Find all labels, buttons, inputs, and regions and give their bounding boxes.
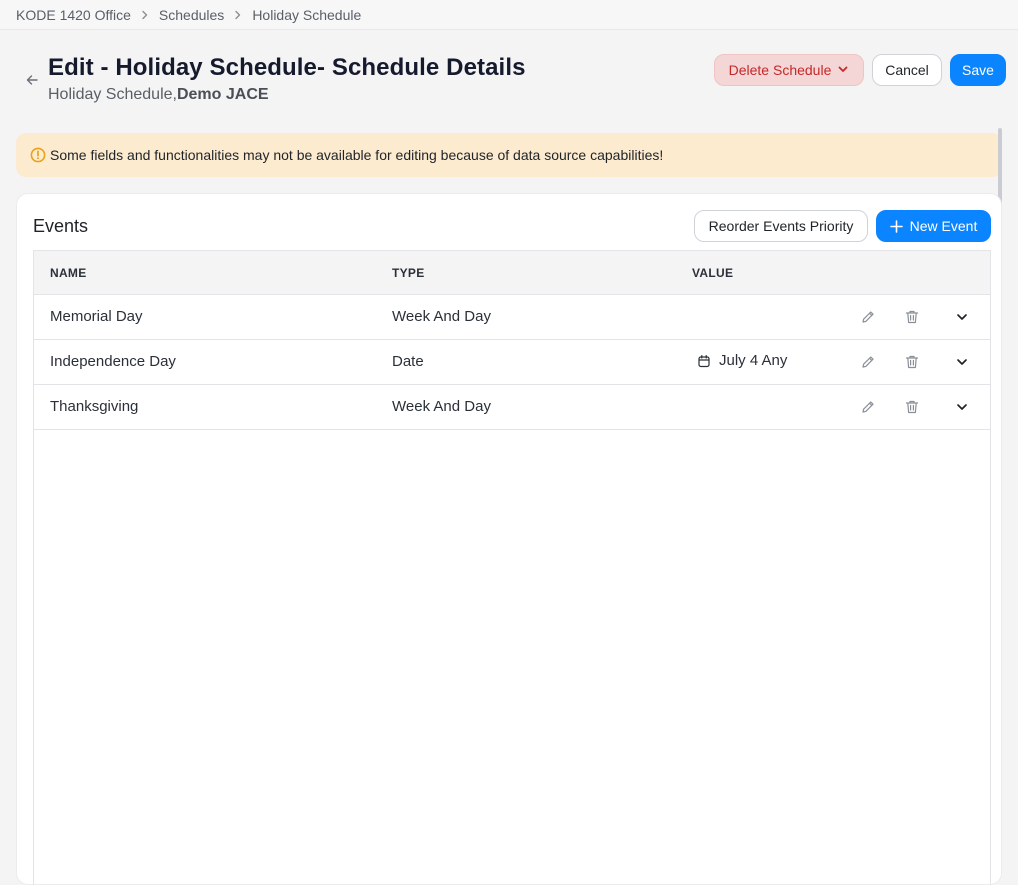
pencil-icon (860, 399, 876, 415)
edit-event-button[interactable] (859, 398, 877, 416)
breadcrumb: KODE 1420 Office Schedules Holiday Sched… (0, 0, 1018, 30)
calendar-icon (697, 354, 711, 368)
plus-icon (889, 219, 903, 233)
page-subtitle: Holiday Schedule,Demo JACE (48, 86, 269, 104)
cancel-button[interactable]: Cancel (872, 54, 942, 86)
breadcrumb-item-office[interactable]: KODE 1420 Office (16, 7, 131, 23)
column-header-value[interactable]: VALUE (692, 266, 733, 280)
trash-icon (904, 309, 920, 325)
chevron-right-icon (140, 10, 150, 20)
trash-icon (904, 354, 920, 370)
trash-icon (904, 399, 920, 415)
chevron-down-icon (955, 310, 969, 324)
expand-row-button[interactable] (953, 308, 971, 326)
pencil-icon (860, 354, 876, 370)
table-row[interactable]: Thanksgiving Week And Day (34, 385, 990, 430)
chevron-down-icon (837, 62, 849, 78)
chevron-down-icon (955, 400, 969, 414)
warning-circle-icon (30, 147, 46, 163)
arrow-left-icon (25, 73, 39, 92)
warning-text: Some fields and functionalities may not … (50, 147, 664, 163)
event-name: Memorial Day (50, 308, 143, 325)
reorder-events-priority-button[interactable]: Reorder Events Priority (694, 210, 868, 242)
edit-event-button[interactable] (859, 308, 877, 326)
new-event-button[interactable]: New Event (876, 210, 991, 242)
breadcrumb-item-schedules[interactable]: Schedules (159, 7, 224, 23)
events-table: NAME TYPE VALUE Memorial Day Week And Da… (33, 250, 991, 885)
edit-event-button[interactable] (859, 353, 877, 371)
delete-schedule-label: Delete Schedule (728, 62, 832, 78)
subtitle-device: Demo JACE (176, 86, 269, 103)
delete-schedule-button[interactable]: Delete Schedule (714, 54, 864, 86)
delete-event-button[interactable] (903, 308, 921, 326)
events-card: Events Reorder Events Priority New Event… (16, 193, 1002, 885)
chevron-right-icon (233, 10, 243, 20)
new-event-label: New Event (909, 218, 978, 234)
event-value: July 4 Any (697, 352, 787, 369)
subtitle-schedule: Holiday Schedule, (48, 86, 177, 103)
table-header: NAME TYPE VALUE (34, 251, 990, 295)
column-header-name[interactable]: NAME (50, 266, 87, 280)
save-button[interactable]: Save (950, 54, 1006, 86)
warning-banner: Some fields and functionalities may not … (16, 133, 1002, 177)
back-button[interactable] (24, 74, 40, 90)
expand-row-button[interactable] (953, 398, 971, 416)
event-name: Independence Day (50, 353, 176, 370)
expand-row-button[interactable] (953, 353, 971, 371)
delete-event-button[interactable] (903, 398, 921, 416)
pencil-icon (860, 309, 876, 325)
page-title: Edit - Holiday Schedule- Schedule Detail… (48, 54, 526, 81)
event-value-text: July 4 Any (719, 352, 788, 369)
table-row[interactable]: Independence Day Date July 4 Any (34, 340, 990, 385)
event-type: Week And Day (392, 398, 491, 415)
chevron-down-icon (955, 355, 969, 369)
event-name: Thanksgiving (50, 398, 139, 415)
event-type: Date (392, 353, 424, 370)
breadcrumb-item-holiday-schedule[interactable]: Holiday Schedule (252, 7, 361, 23)
events-title: Events (33, 216, 89, 236)
table-row[interactable]: Memorial Day Week And Day (34, 295, 990, 340)
column-header-type[interactable]: TYPE (392, 266, 425, 280)
page-header: Edit - Holiday Schedule- Schedule Detail… (0, 30, 1018, 130)
event-type: Week And Day (392, 308, 491, 325)
delete-event-button[interactable] (903, 353, 921, 371)
